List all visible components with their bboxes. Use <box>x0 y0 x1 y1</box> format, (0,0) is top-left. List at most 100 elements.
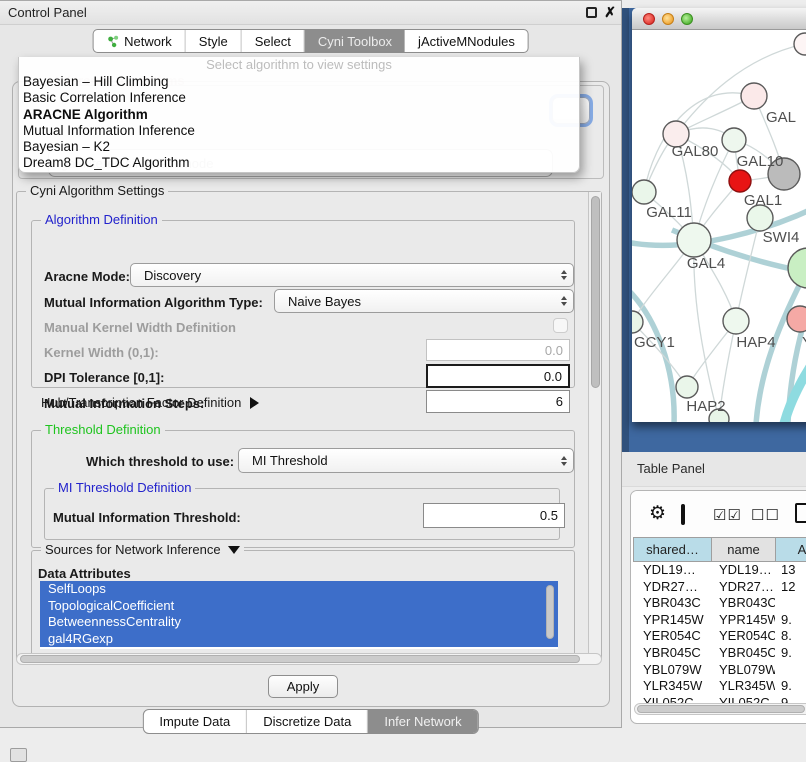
cell-value[interactable]: 12 <box>775 579 806 596</box>
cell-name[interactable]: YLR345W <box>711 678 775 695</box>
cell-value[interactable]: 9. <box>775 678 806 695</box>
column-layout-icon[interactable] <box>681 504 685 525</box>
manual-kernel-checkbox[interactable] <box>553 318 568 333</box>
table-row[interactable]: YPR145W YPR145W 9. <box>633 612 806 629</box>
popup-item-mutual-information[interactable]: Mutual Information Inference <box>19 123 579 139</box>
select-all-checkboxes-icon[interactable]: ☑☑ <box>713 506 742 524</box>
node-salmon[interactable] <box>787 306 806 332</box>
node-gal10[interactable] <box>722 128 746 152</box>
cell-value[interactable]: 8. <box>775 628 806 645</box>
node-gal11[interactable] <box>632 180 656 204</box>
node-green-right[interactable] <box>788 248 806 288</box>
which-threshold-combo[interactable]: MI Threshold <box>238 448 574 473</box>
cell-shared-name[interactable]: YDL19… <box>633 562 711 579</box>
cell-name[interactable]: YBR043C <box>711 595 775 612</box>
cell-name[interactable]: YBL079W <box>711 662 775 679</box>
network-canvas[interactable]: GAL GAL80 GAL10 GAL1 GAL11 SWI4 GAL4 GCY… <box>632 30 806 422</box>
cell-value[interactable]: 9. <box>775 645 806 662</box>
list-item-betweennesscentrality[interactable]: BetweennessCentrality <box>40 614 558 631</box>
close-traffic-light[interactable] <box>643 13 655 25</box>
cell-shared-name[interactable]: YBL079W <box>633 662 711 679</box>
table-horizontal-scrollbar-thumb[interactable] <box>637 705 805 713</box>
algorithm-definition-group: Algorithm Definition Aracne Mode: Discov… <box>31 220 575 388</box>
popup-item-basic-correlation[interactable]: Basic Correlation Inference <box>19 90 579 106</box>
deselect-all-checkboxes-icon[interactable]: ☐☐ <box>751 506 780 524</box>
tab-network[interactable]: Network <box>93 30 186 52</box>
column-header-name[interactable]: name <box>711 537 775 562</box>
data-attributes-label: Data Attributes <box>38 566 131 581</box>
popup-item-aracne[interactable]: ARACNE Algorithm <box>19 107 579 123</box>
cell-name[interactable]: YDL19… <box>711 562 775 579</box>
popup-item-bayesian-k2[interactable]: Bayesian – K2 <box>19 139 579 155</box>
minimized-panel-icon[interactable] <box>10 748 27 762</box>
tab-style[interactable]: Style <box>186 30 242 52</box>
node-hap4[interactable] <box>723 308 749 334</box>
cell-value[interactable]: 13 <box>775 562 806 579</box>
minimize-traffic-light[interactable] <box>662 13 674 25</box>
table-row[interactable]: YER054C YER054C 8. <box>633 628 806 645</box>
table-row[interactable]: YBR045C YBR045C 9. <box>633 645 806 662</box>
cell-name[interactable]: YDR27… <box>711 579 775 596</box>
cell-value[interactable] <box>775 662 806 679</box>
tab-impute-data[interactable]: Impute Data <box>143 710 247 733</box>
list-item-gal4rgexp[interactable]: gal4RGexp <box>40 631 558 648</box>
tab-cyni-toolbox[interactable]: Cyni Toolbox <box>305 30 405 52</box>
zoom-traffic-light[interactable] <box>681 13 693 25</box>
tab-discretize-data[interactable]: Discretize Data <box>247 710 368 733</box>
mi-type-combo[interactable]: Naive Bayes <box>274 289 574 313</box>
cell-value[interactable] <box>775 595 806 612</box>
node-gcy1[interactable] <box>632 311 643 333</box>
settings-horizontal-scrollbar-thumb[interactable] <box>20 655 580 663</box>
apply-button[interactable]: Apply <box>268 675 338 698</box>
control-panel-titlebar[interactable]: Control Panel ✗ <box>0 1 621 25</box>
popup-item-dream8[interactable]: Dream8 DC_TDC Algorithm <box>19 155 579 171</box>
cell-shared-name[interactable]: YDR27… <box>633 579 711 596</box>
node-unlabeled-top[interactable] <box>794 33 806 55</box>
node-gal1[interactable] <box>729 170 751 192</box>
export-table-icon[interactable] <box>795 503 806 523</box>
kernel-width-field[interactable]: 0.0 <box>426 339 570 361</box>
cell-name[interactable]: YBR045C <box>711 645 775 662</box>
cell-name[interactable]: YER054C <box>711 628 775 645</box>
tab-infer-network[interactable]: Infer Network <box>368 710 477 733</box>
tab-select[interactable]: Select <box>242 30 305 52</box>
settings-vertical-scrollbar[interactable] <box>588 192 601 660</box>
node-label: GCY1 <box>634 334 675 351</box>
table-row[interactable]: YLR345W YLR345W 9. <box>633 678 806 695</box>
settings-horizontal-scrollbar[interactable] <box>16 653 602 665</box>
table-horizontal-scrollbar[interactable] <box>634 703 806 715</box>
table-row[interactable]: YDL19… YDL19… 13 <box>633 562 806 579</box>
aracne-mode-combo[interactable]: Discovery <box>130 263 574 287</box>
cell-shared-name[interactable]: YER054C <box>633 628 711 645</box>
cell-shared-name[interactable]: YLR345W <box>633 678 711 695</box>
dpi-tolerance-field[interactable]: 0.0 <box>426 364 570 388</box>
float-icon[interactable] <box>586 7 597 18</box>
popup-item-bayesian-hill[interactable]: Bayesian – Hill Climbing <box>19 74 579 90</box>
settings-group-title: Cyni Algorithm Settings <box>26 183 168 198</box>
node-hap2[interactable] <box>676 376 698 398</box>
cell-shared-name[interactable]: YBR043C <box>633 595 711 612</box>
mi-threshold-field[interactable]: 0.5 <box>423 503 565 528</box>
tab-jactivemnodules[interactable]: jActiveMNodules <box>405 30 528 52</box>
table-row[interactable]: YBL079W YBL079W <box>633 662 806 679</box>
node-gal4[interactable] <box>677 223 711 257</box>
cell-name[interactable]: YPR145W <box>711 612 775 629</box>
node-gal-partial[interactable] <box>741 83 767 109</box>
close-icon[interactable]: ✗ <box>604 4 616 21</box>
cell-value[interactable]: 9. <box>775 612 806 629</box>
cell-shared-name[interactable]: YBR045C <box>633 645 711 662</box>
list-item-topologicalcoefficient[interactable]: TopologicalCoefficient <box>40 598 558 615</box>
list-item-selfloops[interactable]: SelfLoops <box>40 581 558 598</box>
settings-vertical-scrollbar-thumb[interactable] <box>591 196 600 388</box>
table-row[interactable]: YBR043C YBR043C <box>633 595 806 612</box>
gear-icon[interactable]: ⚙ <box>649 502 666 525</box>
attributes-list-scrollbar-thumb[interactable] <box>546 585 554 639</box>
column-header-shared-name[interactable]: shared… <box>633 537 711 562</box>
sources-toggle[interactable]: Sources for Network Inference <box>41 542 244 557</box>
hub-definition-toggle[interactable]: Hub/Transcription Factor Definition <box>41 395 259 410</box>
column-header-partial[interactable]: A <box>775 537 806 562</box>
table-row[interactable]: YDR27… YDR27… 12 <box>633 579 806 596</box>
network-window-titlebar[interactable] <box>632 8 806 30</box>
mi-steps-field[interactable]: 6 <box>426 390 570 413</box>
cell-shared-name[interactable]: YPR145W <box>633 612 711 629</box>
